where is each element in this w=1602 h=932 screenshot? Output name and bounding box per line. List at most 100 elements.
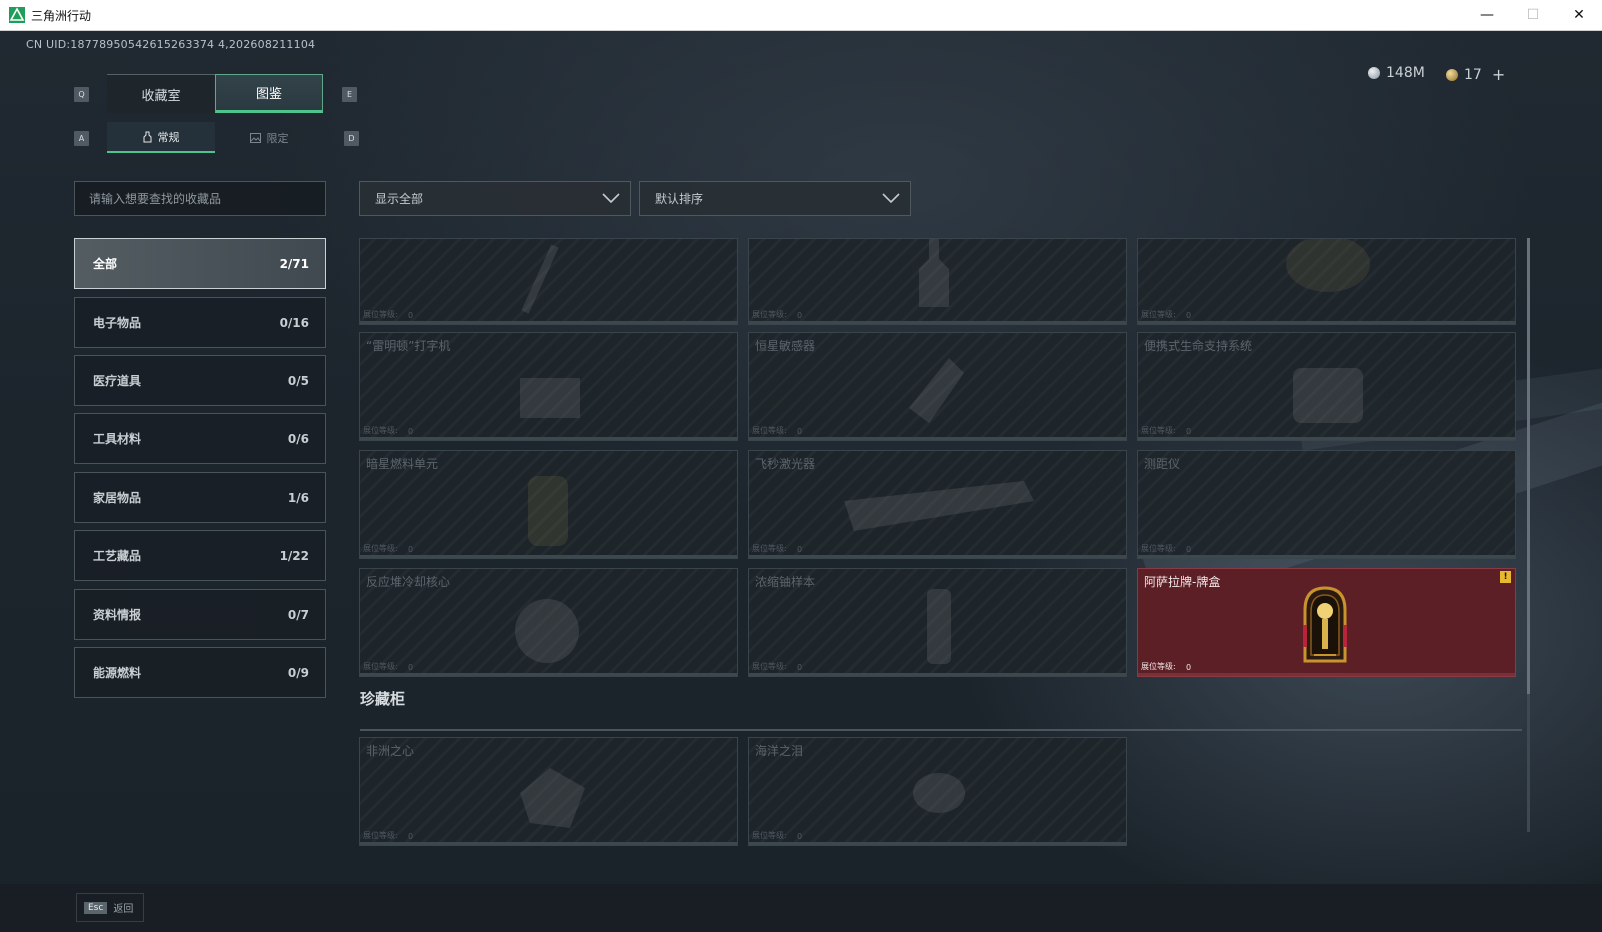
picture-icon	[249, 132, 261, 143]
category-tools[interactable]: 工具材料 0/6	[74, 413, 326, 464]
prev-subtab-key[interactable]: A	[74, 131, 89, 146]
category-count: 0/6	[287, 431, 309, 446]
item-name: 浓缩铀样本	[755, 575, 816, 589]
tab-catalog[interactable]: 图鉴	[215, 74, 323, 113]
category-label: 全部	[93, 257, 118, 271]
sort-dropdown[interactable]: 默认排序	[639, 181, 911, 216]
item-name: 飞秒激光器	[755, 457, 816, 471]
booth-level-value: 0	[797, 311, 803, 320]
silver-coin-icon	[1368, 67, 1380, 79]
collectible-card-owned[interactable]: 阿萨拉牌-牌盒 ! 展位等级: 0	[1137, 568, 1516, 677]
category-count: 0/9	[287, 665, 309, 680]
category-label: 工具材料	[93, 432, 142, 446]
window-title: 三角洲行动	[31, 9, 92, 23]
item-silhouette-icon	[844, 481, 1034, 531]
item-silhouette-icon	[520, 768, 585, 828]
collectible-card[interactable]: 浓缩铀样本 展位等级: 0	[748, 568, 1127, 677]
item-name: 海洋之泪	[755, 744, 804, 758]
booth-level-value: 0	[408, 311, 414, 320]
booth-level-value: 0	[797, 545, 803, 554]
grid-scrollbar[interactable]	[1527, 238, 1530, 832]
category-count: 1/6	[287, 490, 309, 505]
category-medical[interactable]: 医疗道具 0/5	[74, 355, 326, 406]
collectible-card[interactable]: 展位等级: 0	[1137, 238, 1516, 325]
booth-level-label: 展位等级:	[363, 544, 398, 553]
subtab-limited[interactable]: 限定	[215, 122, 323, 153]
next-tab-key[interactable]: E	[342, 87, 357, 102]
booth-level-label: 展位等级:	[1141, 426, 1176, 435]
booth-level-label: 展位等级:	[752, 831, 787, 840]
new-badge: !	[1500, 571, 1511, 583]
item-name: 恒星敏感器	[755, 339, 816, 353]
tab-collection-room[interactable]: 收藏室	[107, 74, 215, 113]
app-logo-icon	[9, 7, 25, 23]
booth-level-label: 展位等级:	[752, 544, 787, 553]
main-tabs: 收藏室 图鉴	[107, 74, 324, 113]
booth-level-value: 0	[408, 545, 414, 554]
item-name: 便携式生命支持系统	[1144, 339, 1253, 353]
section-divider	[360, 729, 1522, 731]
item-name: 反应堆冷却核心	[366, 575, 451, 589]
esc-key: Esc	[84, 901, 108, 914]
collectible-card[interactable]: 展位等级: 0	[359, 238, 738, 325]
bottom-bar	[0, 884, 1602, 932]
booth-level-label: 展位等级:	[752, 426, 787, 435]
collectible-card[interactable]: 测距仪 展位等级: 0	[1137, 450, 1516, 559]
category-label: 能源燃料	[93, 666, 142, 680]
category-electronics[interactable]: 电子物品 0/16	[74, 297, 326, 348]
search-input[interactable]	[74, 181, 326, 216]
booth-level-value: 0	[408, 832, 414, 841]
category-household[interactable]: 家居物品 1/6	[74, 472, 326, 523]
collectible-card[interactable]: 暗星燃料单元 展位等级: 0	[359, 450, 738, 559]
category-intel[interactable]: 资料情报 0/7	[74, 589, 326, 640]
booth-level-label: 展位等级:	[363, 662, 398, 671]
category-energy[interactable]: 能源燃料 0/9	[74, 647, 326, 698]
subtab-limited-label: 限定	[266, 131, 289, 145]
scrollbar-thumb[interactable]	[1527, 238, 1530, 694]
category-label: 医疗道具	[93, 374, 142, 388]
booth-level-value: 0	[1186, 427, 1192, 436]
show-filter-dropdown[interactable]: 显示全部	[359, 181, 631, 216]
category-all[interactable]: 全部 2/71	[74, 238, 326, 289]
booth-level-value: 0	[408, 427, 414, 436]
collectible-card[interactable]: 便携式生命支持系统 展位等级: 0	[1137, 332, 1516, 441]
collectible-card[interactable]: 海洋之泪 展位等级: 0	[748, 737, 1127, 846]
item-silhouette-icon	[927, 589, 951, 664]
category-count: 1/22	[279, 548, 309, 563]
booth-level-value: 0	[1186, 311, 1192, 320]
subtab-regular[interactable]: 常规	[107, 122, 215, 153]
item-silhouette-icon	[520, 378, 580, 418]
category-crafts[interactable]: 工艺藏品 1/22	[74, 530, 326, 581]
category-label: 工艺藏品	[93, 549, 142, 563]
chevron-down-icon	[882, 193, 900, 204]
add-currency-button[interactable]: +	[1492, 65, 1505, 84]
item-name: “雷明顿”打字机	[366, 339, 451, 353]
collectible-card[interactable]: 飞秒激光器 展位等级: 0	[748, 450, 1127, 559]
prev-tab-key[interactable]: Q	[74, 87, 89, 102]
item-silhouette-icon	[909, 358, 964, 423]
close-button[interactable]: ✕	[1556, 0, 1602, 30]
booth-level-label: 展位等级:	[363, 831, 398, 840]
gold-coin-icon	[1446, 68, 1458, 81]
minimize-button[interactable]: —	[1464, 0, 1510, 30]
window-titlebar: 三角洲行动 — ☐ ✕	[0, 0, 1602, 31]
collectible-card[interactable]: 反应堆冷却核心 展位等级: 0	[359, 568, 738, 677]
booth-level-label: 展位等级:	[752, 662, 787, 671]
collectible-card[interactable]: “雷明顿”打字机 展位等级: 0	[359, 332, 738, 441]
item-name: 阿萨拉牌-牌盒	[1144, 575, 1221, 589]
bottle-icon	[143, 131, 151, 142]
section-title-treasure: 珍藏柜	[360, 690, 406, 708]
collectible-card[interactable]: 展位等级: 0	[748, 238, 1127, 325]
item-silhouette-icon	[1293, 368, 1363, 423]
item-silhouette-icon	[515, 599, 579, 663]
collectible-card[interactable]: 非洲之心 展位等级: 0	[359, 737, 738, 846]
next-subtab-key[interactable]: D	[344, 131, 359, 146]
collectible-card[interactable]: 恒星敏感器 展位等级: 0	[748, 332, 1127, 441]
back-button[interactable]: Esc 返回	[76, 893, 144, 922]
booth-level-label: 展位等级:	[1141, 662, 1176, 671]
user-uid: CN UID:18778950542615263374 4,2026082111…	[26, 38, 316, 51]
silver-amount: 148M	[1386, 65, 1425, 81]
booth-level-value: 0	[797, 427, 803, 436]
maximize-button[interactable]: ☐	[1510, 0, 1556, 30]
booth-level-value: 0	[1186, 545, 1192, 554]
